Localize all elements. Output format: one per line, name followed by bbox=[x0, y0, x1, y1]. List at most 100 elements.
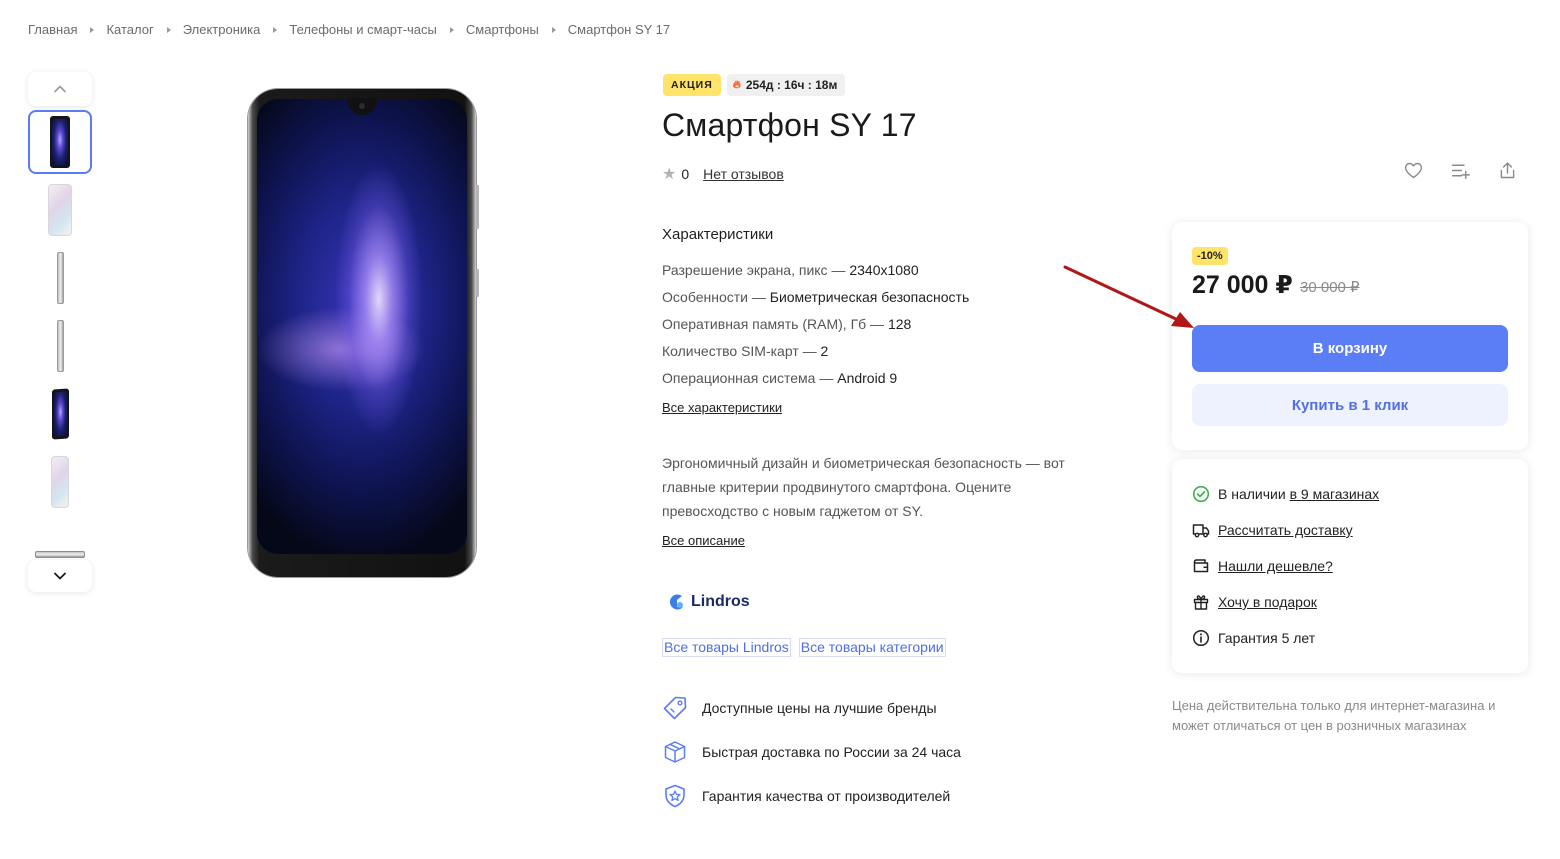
quality-shield-icon bbox=[665, 784, 685, 808]
spec-label: Разрешение экрана, пикс — bbox=[662, 262, 850, 278]
calc-delivery-link[interactable]: Рассчитать доставку bbox=[1218, 522, 1353, 538]
price-tag-icon bbox=[663, 696, 687, 720]
thumbnail-back-angle[interactable] bbox=[28, 450, 92, 514]
breadcrumb-catalog[interactable]: Каталог bbox=[106, 22, 153, 37]
breadcrumb-electronics[interactable]: Электроника bbox=[183, 22, 261, 37]
found-cheaper-link[interactable]: Нашли дешевле? bbox=[1218, 558, 1333, 574]
phone-power-button bbox=[476, 269, 479, 297]
breadcrumb-separator-icon bbox=[551, 26, 556, 33]
phone-back-image bbox=[48, 184, 72, 236]
thumbnails-down-button[interactable] bbox=[28, 560, 92, 592]
star-icon: ★ bbox=[662, 166, 677, 183]
countdown-timer: 🔥︎ 254д : 16ч : 18м bbox=[726, 74, 846, 96]
breadcrumb-separator-icon bbox=[166, 26, 171, 33]
perk-item: Быстрая доставка по России за 24 часа bbox=[662, 730, 961, 774]
all-description-link[interactable]: Все описание bbox=[662, 533, 745, 548]
breadcrumb: Главная Каталог Электроника Телефоны и с… bbox=[28, 22, 670, 37]
gift-row[interactable]: Хочу в подарок bbox=[1192, 593, 1317, 611]
gift-icon bbox=[1193, 595, 1209, 610]
spec-item: Оперативная память (RAM), Гб — 128 bbox=[662, 316, 969, 343]
phone-front-image bbox=[50, 116, 70, 168]
share-icon[interactable] bbox=[1497, 160, 1518, 181]
main-product-image[interactable] bbox=[248, 89, 479, 577]
breadcrumb-separator-icon bbox=[90, 26, 95, 33]
stores-link[interactable]: в 9 магазинах bbox=[1290, 486, 1380, 502]
thumbnail-side-left[interactable] bbox=[28, 246, 92, 310]
phone-angle-image bbox=[51, 388, 69, 440]
promo-badges: АКЦИЯ 🔥︎ 254д : 16ч : 18м bbox=[663, 74, 846, 96]
delivery-row[interactable]: Рассчитать доставку bbox=[1192, 521, 1353, 539]
spec-item: Операционная система — Android 9 bbox=[662, 370, 969, 397]
product-description: Эргономичный дизайн и биометрическая без… bbox=[662, 455, 1065, 519]
breadcrumb-smartphones[interactable]: Смартфоны bbox=[466, 22, 539, 37]
brand-logo[interactable]: Lindros bbox=[667, 592, 750, 612]
phone-screen bbox=[257, 99, 467, 554]
phone-side-image bbox=[56, 320, 64, 372]
spec-label: Количество SIM-карт — bbox=[662, 343, 821, 359]
perks-list: Доступные цены на лучшие бренды Быстрая … bbox=[662, 686, 961, 818]
perk-item: Доступные цены на лучшие бренды bbox=[662, 686, 961, 730]
thumbnail-bottom[interactable] bbox=[28, 528, 92, 558]
product-title: Смартфон SY 17 bbox=[662, 107, 917, 143]
spec-label: Оперативная память (RAM), Гб — bbox=[662, 316, 888, 332]
all-category-products-link[interactable]: Все товары категории bbox=[798, 638, 946, 657]
perk-text: Гарантия качества от производителей bbox=[702, 788, 951, 804]
phone-bottom-image bbox=[35, 551, 85, 558]
reviews-link[interactable]: Нет отзывов bbox=[703, 166, 784, 182]
thumbnail-front[interactable] bbox=[28, 110, 92, 174]
phone-back-angle-image bbox=[51, 456, 69, 508]
thumbnail-angle[interactable] bbox=[28, 382, 92, 446]
spec-value: 2340x1080 bbox=[849, 262, 919, 278]
spec-item: Разрешение экрана, пикс — 2340x1080 bbox=[662, 262, 969, 289]
brand-name: Lindros bbox=[691, 593, 750, 610]
fire-icon: 🔥︎ bbox=[732, 78, 741, 91]
old-price: 30 000 ₽ bbox=[1300, 279, 1360, 296]
spec-label: Операционная система — bbox=[662, 370, 838, 386]
cheaper-row[interactable]: Нашли дешевле? bbox=[1192, 557, 1333, 575]
spec-value: Биометрическая безопасность bbox=[769, 289, 970, 305]
breadcrumb-separator-icon bbox=[449, 26, 454, 33]
breadcrumb-home[interactable]: Главная bbox=[28, 22, 77, 37]
perk-text: Доступные цены на лучшие бренды bbox=[702, 700, 937, 716]
thumbnail-side-right[interactable] bbox=[28, 314, 92, 378]
wallet-icon bbox=[1193, 559, 1209, 573]
rating-value: 0 bbox=[681, 166, 690, 182]
truck-icon bbox=[1192, 524, 1210, 538]
add-to-cart-button[interactable]: В корзину bbox=[1192, 325, 1508, 372]
breadcrumb-separator-icon bbox=[273, 26, 278, 33]
availability-card: В наличии в 9 магазинах Рассчитать доста… bbox=[1172, 459, 1528, 673]
spec-item: Количество SIM-карт — 2 bbox=[662, 343, 969, 370]
chevron-down-icon bbox=[54, 572, 66, 580]
thumbnail-back[interactable] bbox=[28, 178, 92, 242]
buy-one-click-button[interactable]: Купить в 1 клик bbox=[1192, 384, 1508, 426]
stock-label: В наличии bbox=[1218, 486, 1286, 502]
specs-list: Разрешение экрана, пикс — 2340x1080 Особ… bbox=[662, 262, 969, 397]
spec-label: Особенности — bbox=[662, 289, 770, 305]
perk-item: Гарантия качества от производителей bbox=[662, 774, 961, 818]
perk-text: Быстрая доставка по России за 24 часа bbox=[702, 744, 961, 760]
box-icon bbox=[664, 741, 686, 763]
product-rating: ★ 0 Нет отзывов bbox=[662, 164, 784, 184]
brand-links: Все товары Lindros Все товары категории bbox=[662, 638, 946, 657]
spec-value: 2 bbox=[820, 343, 829, 359]
heart-icon[interactable] bbox=[1403, 160, 1424, 181]
annotation-arrow-icon bbox=[1063, 265, 1194, 328]
breadcrumb-phones-watches[interactable]: Телефоны и смарт-часы bbox=[289, 22, 437, 37]
lindros-logo-icon bbox=[669, 594, 683, 610]
thumbnail-gallery bbox=[28, 72, 92, 592]
phone-side-image bbox=[56, 252, 64, 304]
phone-volume-button bbox=[476, 185, 479, 229]
warranty-text: Гарантия 5 лет bbox=[1218, 630, 1316, 646]
check-circle-icon bbox=[1192, 485, 1210, 503]
compare-list-icon[interactable] bbox=[1450, 160, 1471, 181]
all-specs-link[interactable]: Все характеристики bbox=[662, 400, 782, 415]
chevron-up-icon bbox=[54, 85, 66, 93]
countdown-value: 254д : 16ч : 18м bbox=[745, 78, 838, 92]
thumbnails-up-button[interactable] bbox=[28, 72, 92, 106]
price-disclaimer: Цена действительна только для интернет-м… bbox=[1172, 698, 1496, 733]
current-price: 27 000 ₽ bbox=[1192, 271, 1293, 299]
breadcrumb-current: Смартфон SY 17 bbox=[567, 22, 671, 37]
all-brand-products-link[interactable]: Все товары Lindros bbox=[662, 638, 791, 657]
warranty-row: Гарантия 5 лет bbox=[1192, 629, 1315, 647]
want-as-gift-link[interactable]: Хочу в подарок bbox=[1218, 594, 1317, 610]
